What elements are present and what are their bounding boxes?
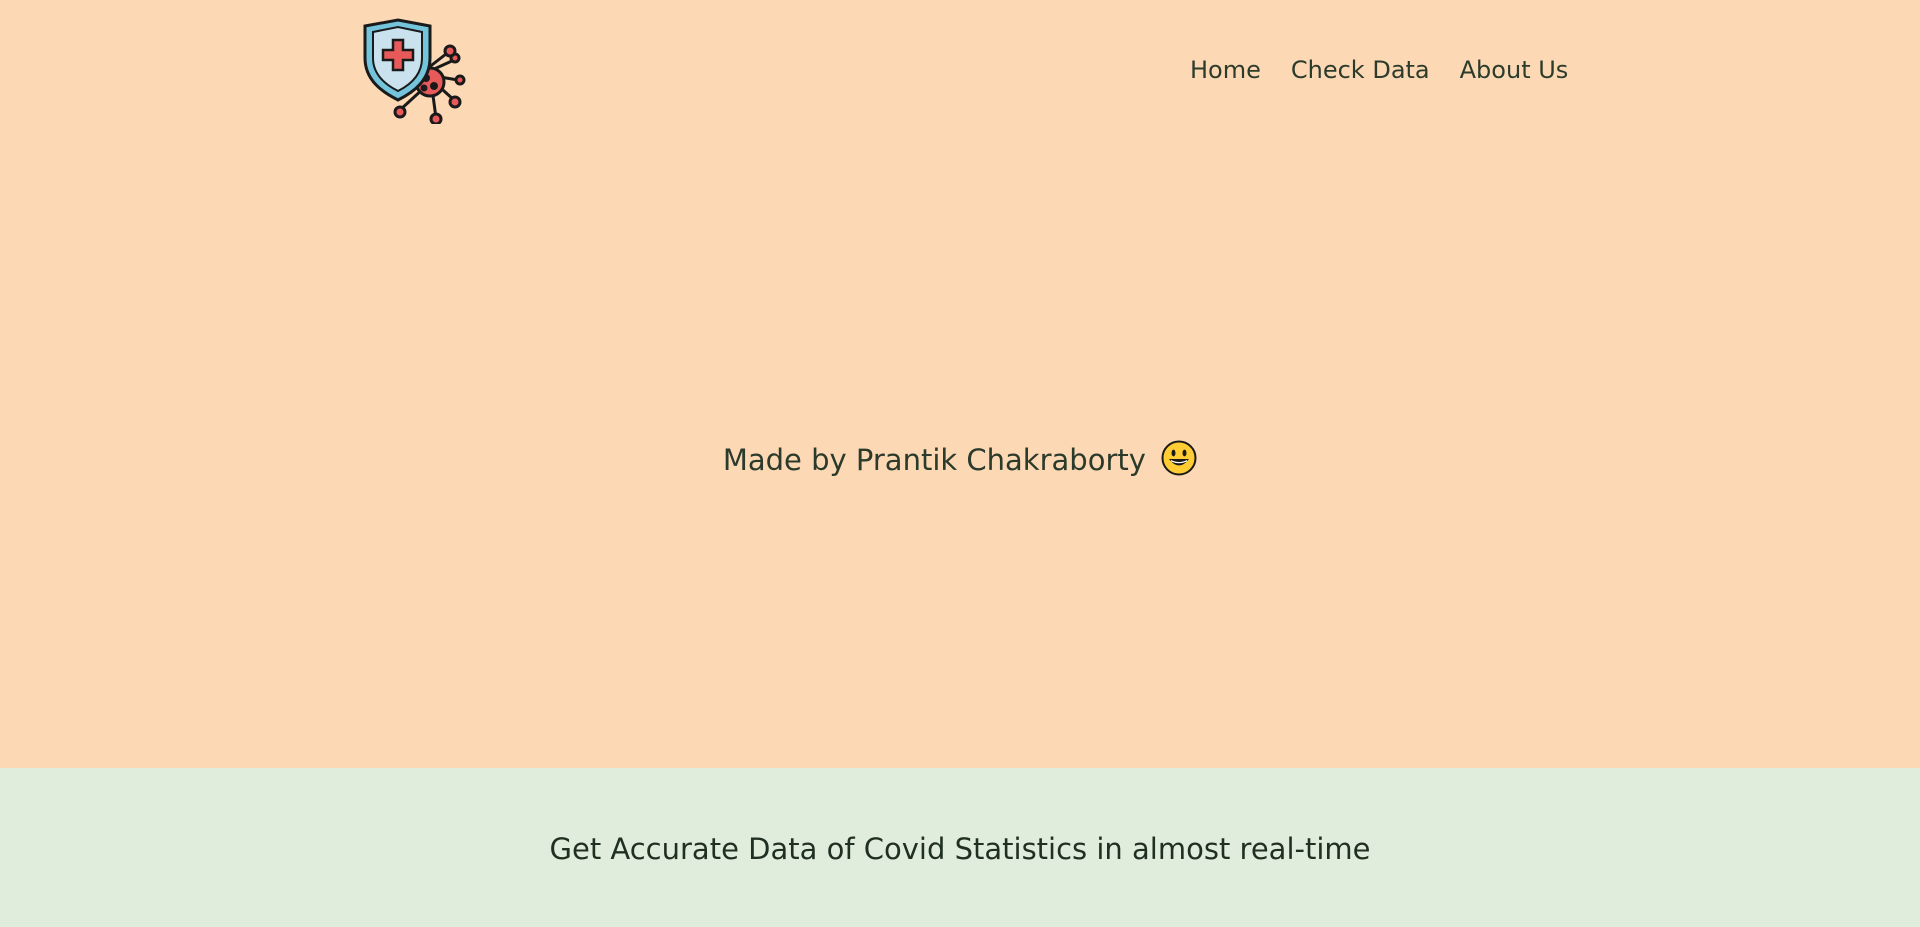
hero-section: Made by Prantik Chakraborty: [0, 150, 1920, 768]
logo[interactable]: [362, 18, 468, 126]
page: Home Check Data About Us Made by Prantik…: [0, 0, 1920, 927]
credit-line: Made by Prantik Chakraborty: [0, 440, 1920, 477]
tagline-text: Get Accurate Data of Covid Statistics in…: [549, 832, 1371, 866]
tagline-banner: Get Accurate Data of Covid Statistics in…: [0, 768, 1920, 927]
nav-check-data-link[interactable]: Check Data: [1291, 56, 1430, 84]
credit-text: Made by Prantik Chakraborty: [722, 443, 1146, 477]
main-nav: Home Check Data About Us: [1190, 56, 1568, 84]
shield-virus-icon: [363, 18, 466, 126]
nav-home-link[interactable]: Home: [1190, 56, 1261, 84]
grinning-face-icon: [1161, 440, 1197, 476]
top-bar: Home Check Data About Us: [0, 0, 1920, 150]
nav-about-us-link[interactable]: About Us: [1460, 56, 1569, 84]
